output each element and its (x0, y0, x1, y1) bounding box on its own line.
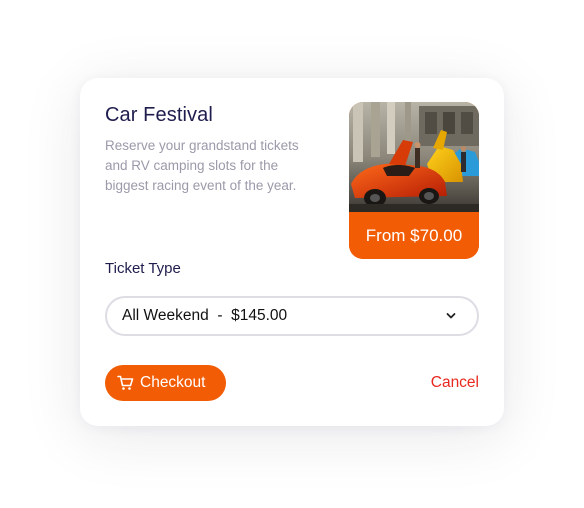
ticket-type-label: Ticket Type (105, 260, 181, 277)
event-title: Car Festival (105, 104, 213, 126)
event-card: Car Festival Reserve your grandstand tic… (80, 78, 504, 426)
checkout-button[interactable]: Checkout (105, 365, 226, 401)
event-description: Reserve your grandstand tickets and RV c… (105, 138, 299, 193)
cart-icon (117, 375, 134, 390)
event-photo (349, 102, 479, 212)
price-badge: From $70.00 (349, 212, 479, 259)
event-image-card: From $70.00 (349, 102, 479, 259)
ticket-type-value: All Weekend - $145.00 (122, 307, 288, 324)
cancel-button[interactable]: Cancel (431, 365, 479, 401)
ticket-type-select[interactable]: All Weekend - $145.00 (105, 296, 479, 336)
checkout-label: Checkout (140, 374, 206, 391)
chevron-down-icon (446, 313, 456, 319)
